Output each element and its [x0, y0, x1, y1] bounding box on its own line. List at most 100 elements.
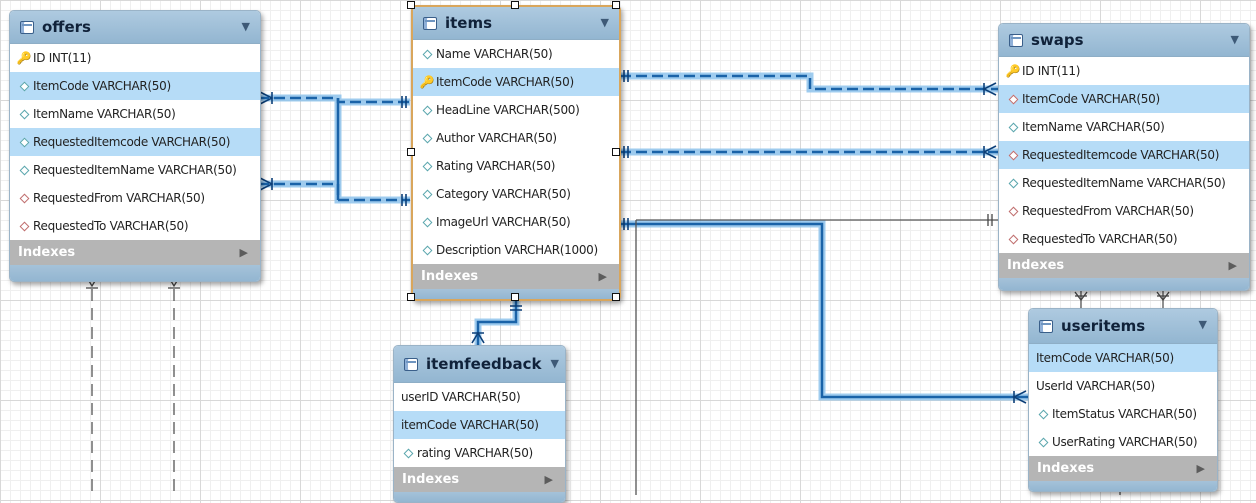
table-icon: [20, 20, 34, 34]
field-row[interactable]: rating VARCHAR(50): [394, 439, 565, 467]
field-label: ItemCode VARCHAR(50): [436, 75, 574, 89]
resize-handle[interactable]: [511, 293, 519, 301]
table-offers[interactable]: offers ▼ 🔑 ID INT(11) ItemCode VARCHAR(50…: [9, 10, 261, 282]
expand-arrow-icon[interactable]: ▶: [1197, 462, 1205, 475]
collapse-arrow-icon[interactable]: ▼: [601, 16, 609, 29]
field-label: Name VARCHAR(50): [436, 47, 553, 61]
table-useritems[interactable]: useritems ▼ ItemCode VARCHAR(50) UserId …: [1028, 308, 1218, 492]
collapse-arrow-icon[interactable]: ▼: [1231, 33, 1239, 46]
field-row[interactable]: ItemName VARCHAR(50): [999, 113, 1249, 141]
collapse-arrow-icon[interactable]: ▼: [551, 357, 559, 370]
expand-arrow-icon[interactable]: ▶: [545, 473, 553, 486]
resize-handle[interactable]: [612, 1, 620, 9]
field-row[interactable]: itemCode VARCHAR(50): [394, 411, 565, 439]
field-label: RequestedFrom VARCHAR(50): [33, 191, 205, 205]
table-header[interactable]: offers ▼: [10, 11, 260, 44]
field-row[interactable]: RequestedItemcode VARCHAR(50): [999, 141, 1249, 169]
table-header[interactable]: useritems ▼: [1029, 309, 1217, 344]
field-row[interactable]: ItemName VARCHAR(50): [10, 100, 260, 128]
collapse-arrow-icon[interactable]: ▼: [242, 20, 250, 33]
indexes-label: Indexes: [1037, 461, 1095, 476]
field-label: RequestedItemcode VARCHAR(50): [1022, 148, 1220, 162]
table-header[interactable]: items ▼: [413, 7, 619, 40]
field-label: Rating VARCHAR(50): [436, 159, 556, 173]
field-row[interactable]: RequestedFrom VARCHAR(50): [10, 184, 260, 212]
field-label: ID INT(11): [33, 51, 92, 65]
resize-handle[interactable]: [612, 148, 620, 156]
indexes-label: Indexes: [18, 245, 76, 260]
field-row[interactable]: ItemStatus VARCHAR(50): [1029, 400, 1217, 428]
field-label: RequestedFrom VARCHAR(50): [1022, 204, 1194, 218]
field-row[interactable]: RequestedTo VARCHAR(50): [10, 212, 260, 240]
table-footer: [10, 265, 260, 281]
collapse-arrow-icon[interactable]: ▼: [1199, 318, 1207, 331]
field-row[interactable]: Category VARCHAR(50): [413, 180, 619, 208]
table-icon: [423, 16, 437, 30]
field-row[interactable]: ItemCode VARCHAR(50): [10, 72, 260, 100]
field-row[interactable]: ItemCode VARCHAR(50): [1029, 344, 1217, 372]
diamond-icon: [17, 109, 31, 119]
field-row[interactable]: 🔑 ItemCode VARCHAR(50): [413, 68, 619, 96]
field-row[interactable]: RequestedItemName VARCHAR(50): [10, 156, 260, 184]
diamond-icon: [1036, 409, 1050, 419]
field-row[interactable]: ImageUrl VARCHAR(50): [413, 208, 619, 236]
field-row[interactable]: RequestedTo VARCHAR(50): [999, 225, 1249, 253]
red-diamond-icon: [1006, 206, 1020, 216]
indexes-label: Indexes: [402, 472, 460, 487]
field-row[interactable]: Name VARCHAR(50): [413, 40, 619, 68]
table-header[interactable]: swaps ▼: [999, 24, 1249, 57]
indexes-section[interactable]: Indexes ▶: [1029, 456, 1217, 481]
expand-arrow-icon[interactable]: ▶: [1229, 259, 1237, 272]
field-row[interactable]: RequestedItemcode VARCHAR(50): [10, 128, 260, 156]
field-label: UserRating VARCHAR(50): [1052, 435, 1198, 449]
resize-handle[interactable]: [407, 1, 415, 9]
field-row[interactable]: 🔑 ID INT(11): [10, 44, 260, 72]
key-icon: 🔑: [1005, 64, 1021, 78]
field-row[interactable]: HeadLine VARCHAR(500): [413, 96, 619, 124]
field-row[interactable]: RequestedItemName VARCHAR(50): [999, 169, 1249, 197]
red-diamond-icon: [17, 193, 31, 203]
table-items[interactable]: items ▼ Name VARCHAR(50) 🔑 ItemCode VARCH…: [411, 5, 621, 301]
indexes-section[interactable]: Indexes ▶: [10, 240, 260, 265]
field-row[interactable]: RequestedFrom VARCHAR(50): [999, 197, 1249, 225]
field-row[interactable]: UserId VARCHAR(50): [1029, 372, 1217, 400]
diamond-icon: [1006, 178, 1020, 188]
field-row[interactable]: ItemCode VARCHAR(50): [999, 85, 1249, 113]
diamond-icon: [420, 105, 434, 115]
resize-handle[interactable]: [612, 293, 620, 301]
table-swaps[interactable]: swaps ▼ 🔑 ID INT(11) ItemCode VARCHAR(50)…: [998, 23, 1250, 291]
expand-arrow-icon[interactable]: ▶: [599, 270, 607, 283]
key-icon: 🔑: [16, 51, 32, 65]
resize-handle[interactable]: [407, 293, 415, 301]
field-row[interactable]: Description VARCHAR(1000): [413, 236, 619, 264]
field-row[interactable]: Author VARCHAR(50): [413, 124, 619, 152]
resize-handle[interactable]: [511, 1, 519, 9]
diamond-icon: [420, 245, 434, 255]
field-row[interactable]: UserRating VARCHAR(50): [1029, 428, 1217, 456]
field-label: Description VARCHAR(1000): [436, 243, 598, 257]
expand-arrow-icon[interactable]: ▶: [240, 246, 248, 259]
table-footer: [1029, 481, 1217, 491]
table-header[interactable]: itemfeedback ▼: [394, 346, 565, 383]
field-label: Category VARCHAR(50): [436, 187, 571, 201]
table-name: useritems: [1061, 317, 1146, 335]
indexes-section[interactable]: Indexes ▶: [394, 467, 565, 492]
table-itemfeedback[interactable]: itemfeedback ▼ userID VARCHAR(50) itemCo…: [393, 345, 566, 503]
resize-handle[interactable]: [407, 148, 415, 156]
field-label: UserId VARCHAR(50): [1036, 379, 1155, 393]
field-row[interactable]: userID VARCHAR(50): [394, 383, 565, 411]
indexes-section[interactable]: Indexes ▶: [413, 264, 619, 289]
red-diamond-icon: [1006, 150, 1020, 160]
field-label: RequestedItemcode VARCHAR(50): [33, 135, 231, 149]
field-row[interactable]: 🔑 ID INT(11): [999, 57, 1249, 85]
field-label: ItemName VARCHAR(50): [1022, 120, 1165, 134]
field-label: Author VARCHAR(50): [436, 131, 557, 145]
field-label: userID VARCHAR(50): [401, 390, 521, 404]
red-diamond-icon: [1006, 234, 1020, 244]
key-icon: 🔑: [419, 75, 435, 89]
indexes-section[interactable]: Indexes ▶: [999, 253, 1249, 278]
field-row[interactable]: Rating VARCHAR(50): [413, 152, 619, 180]
field-label: HeadLine VARCHAR(500): [436, 103, 580, 117]
diamond-icon: [420, 133, 434, 143]
indexes-label: Indexes: [421, 269, 479, 284]
